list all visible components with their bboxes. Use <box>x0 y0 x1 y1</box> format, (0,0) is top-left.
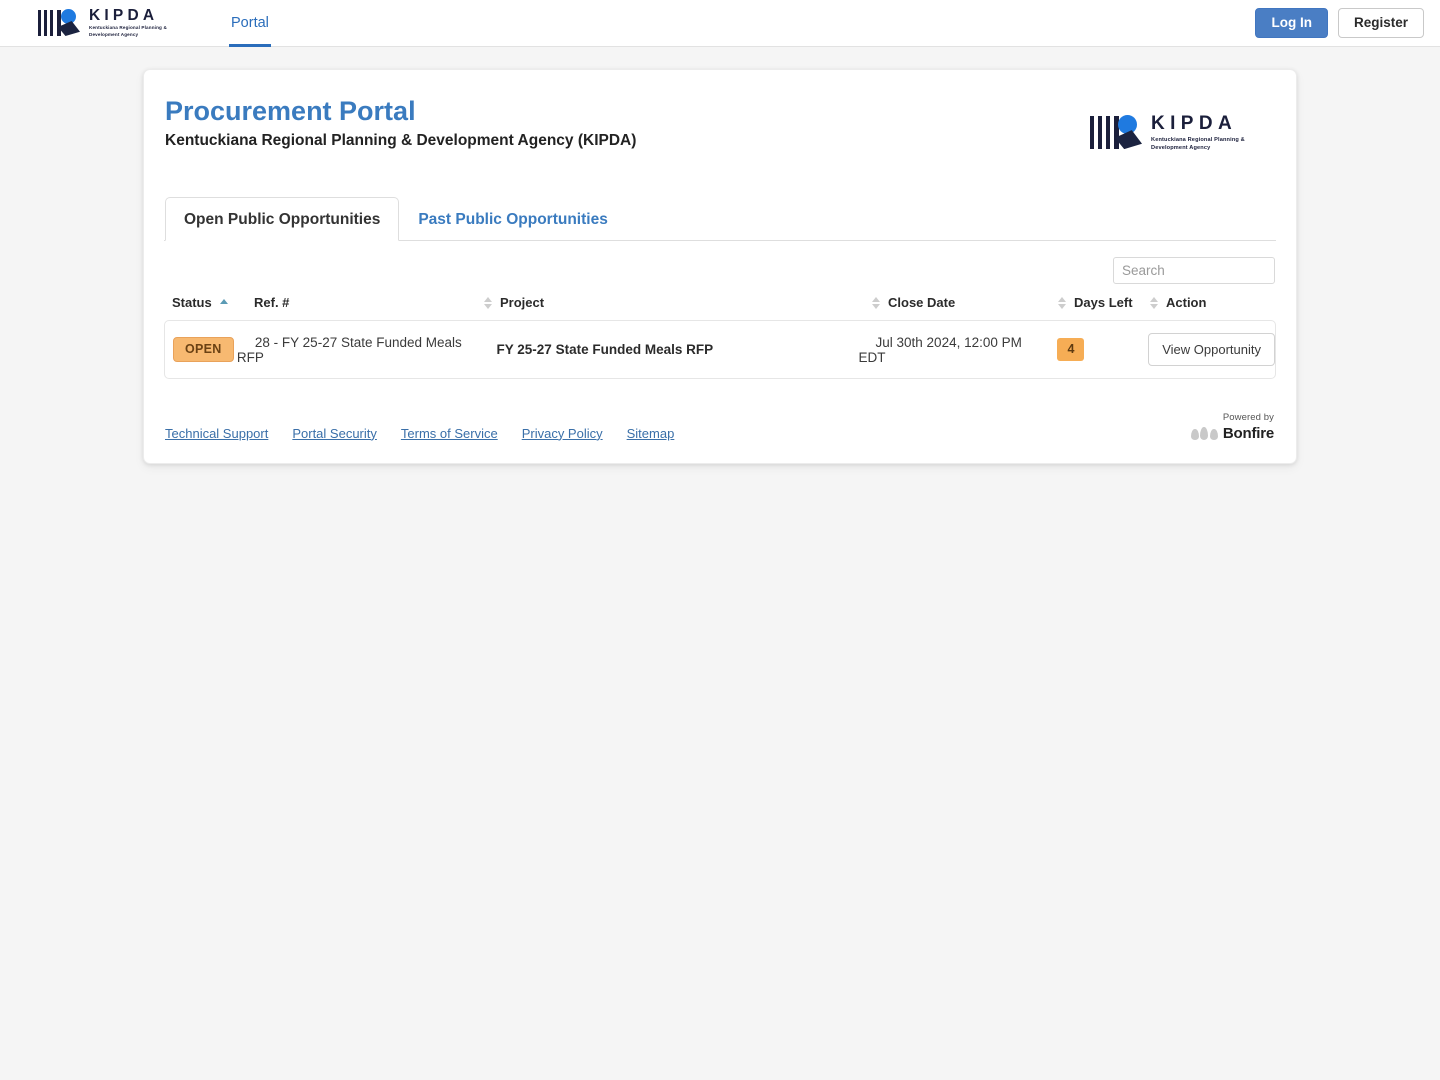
column-label-days-left: Days Left <box>1074 295 1133 311</box>
cell-action: View Opportunity <box>1131 321 1275 378</box>
register-button[interactable]: Register <box>1337 7 1424 39</box>
view-opportunity-button[interactable]: View Opportunity <box>1148 333 1275 367</box>
card-footer: Technical Support Portal Security Terms … <box>164 379 1276 463</box>
procurement-portal-card: Procurement Portal Kentuckiana Regional … <box>143 69 1297 464</box>
cell-status: OPEN <box>165 321 237 378</box>
column-header-action: Action <box>1150 295 1276 320</box>
column-label-status: Status <box>172 295 212 311</box>
table-row[interactable]: OPEN 28 - FY 25-27 State Funded Meals RF… <box>164 320 1276 380</box>
nav-tab-portal[interactable]: Portal <box>229 0 271 47</box>
bonfire-wordmark: Bonfire <box>1222 424 1274 442</box>
column-header-close-date[interactable]: Close Date <box>872 295 1058 320</box>
cell-close-date: Jul 30th 2024, 12:00 PM EDT <box>859 321 1041 378</box>
column-label-ref: Ref. # <box>254 295 290 311</box>
card-kipda-logo: KIPDA Kentuckiana Regional Planning & De… <box>1088 114 1269 152</box>
footer-link-terms-of-service[interactable]: Terms of Service <box>401 426 498 441</box>
page-subtitle: Kentuckiana Regional Planning & Developm… <box>165 132 637 150</box>
page-title: Procurement Portal <box>165 96 416 126</box>
sort-toggle-icon[interactable] <box>872 296 881 309</box>
column-label-project: Project <box>500 295 545 311</box>
powered-by-bonfire: Powered by Bonfire <box>1190 412 1274 442</box>
logo-tagline: Kentuckiana Regional Planning & Developm… <box>89 25 167 37</box>
log-in-button[interactable]: Log In <box>1255 7 1328 39</box>
sort-toggle-icon[interactable] <box>1058 296 1067 309</box>
tab-past-public-opportunities[interactable]: Past Public Opportunities <box>399 197 626 241</box>
column-header-days-left[interactable]: Days Left <box>1058 295 1150 320</box>
column-header-ref[interactable]: Ref. # <box>236 295 484 320</box>
footer-links: Technical Support Portal Security Terms … <box>165 426 674 441</box>
powered-by-label: Powered by <box>1222 412 1274 424</box>
sort-ascending-icon[interactable] <box>219 299 229 306</box>
footer-link-privacy-policy[interactable]: Privacy Policy <box>522 426 603 441</box>
opportunities-table-header: Status Ref. # Project Close Date Days Le… <box>164 295 1276 320</box>
column-header-status[interactable]: Status <box>164 295 236 320</box>
cell-ref: 28 - FY 25-27 State Funded Meals RFP <box>237 321 480 378</box>
kipda-brand-logo[interactable]: KIPDA Kentuckiana Regional Planning & De… <box>36 6 185 40</box>
nav-actions: Log In Register <box>1255 7 1424 39</box>
status-badge: OPEN <box>173 337 234 362</box>
logo-wordmark: KIPDA <box>89 6 159 24</box>
column-header-project[interactable]: Project <box>484 295 872 320</box>
cell-project: FY 25-27 State Funded Meals RFP <box>480 321 859 378</box>
project-name: FY 25-27 State Funded Meals RFP <box>496 342 714 358</box>
ref-number: 28 - FY 25-27 State Funded Meals RFP <box>236 334 462 365</box>
opportunity-tabs: Open Public Opportunities Past Public Op… <box>164 196 1276 242</box>
card-header: Procurement Portal Kentuckiana Regional … <box>164 70 1276 152</box>
card-logo-tagline: Kentuckiana Regional Planning & Developm… <box>1151 137 1245 152</box>
search-row <box>164 257 1276 285</box>
search-input[interactable] <box>1113 257 1275 285</box>
table-header-row: Status Ref. # Project Close Date Days Le… <box>164 295 1276 320</box>
footer-link-technical-support[interactable]: Technical Support <box>165 426 268 441</box>
column-label-close-date: Close Date <box>888 295 956 311</box>
close-date: Jul 30th 2024, 12:00 PM EDT <box>858 334 1022 365</box>
footer-link-portal-security[interactable]: Portal Security <box>292 426 377 441</box>
tab-open-public-opportunities[interactable]: Open Public Opportunities <box>165 197 400 242</box>
cell-days-left: 4 <box>1040 321 1131 378</box>
sort-toggle-icon[interactable] <box>484 296 493 309</box>
top-navigation-bar: KIPDA Kentuckiana Regional Planning & De… <box>0 0 1440 47</box>
kipda-logo-icon <box>1088 114 1144 152</box>
bonfire-flame-icon <box>1190 426 1218 440</box>
kipda-logo-icon <box>36 8 82 38</box>
card-logo-wordmark: KIPDA <box>1151 113 1238 134</box>
days-left-badge: 4 <box>1057 338 1085 361</box>
footer-link-sitemap[interactable]: Sitemap <box>627 426 675 441</box>
sort-toggle-icon[interactable] <box>1150 296 1159 309</box>
column-label-action: Action <box>1166 295 1207 311</box>
